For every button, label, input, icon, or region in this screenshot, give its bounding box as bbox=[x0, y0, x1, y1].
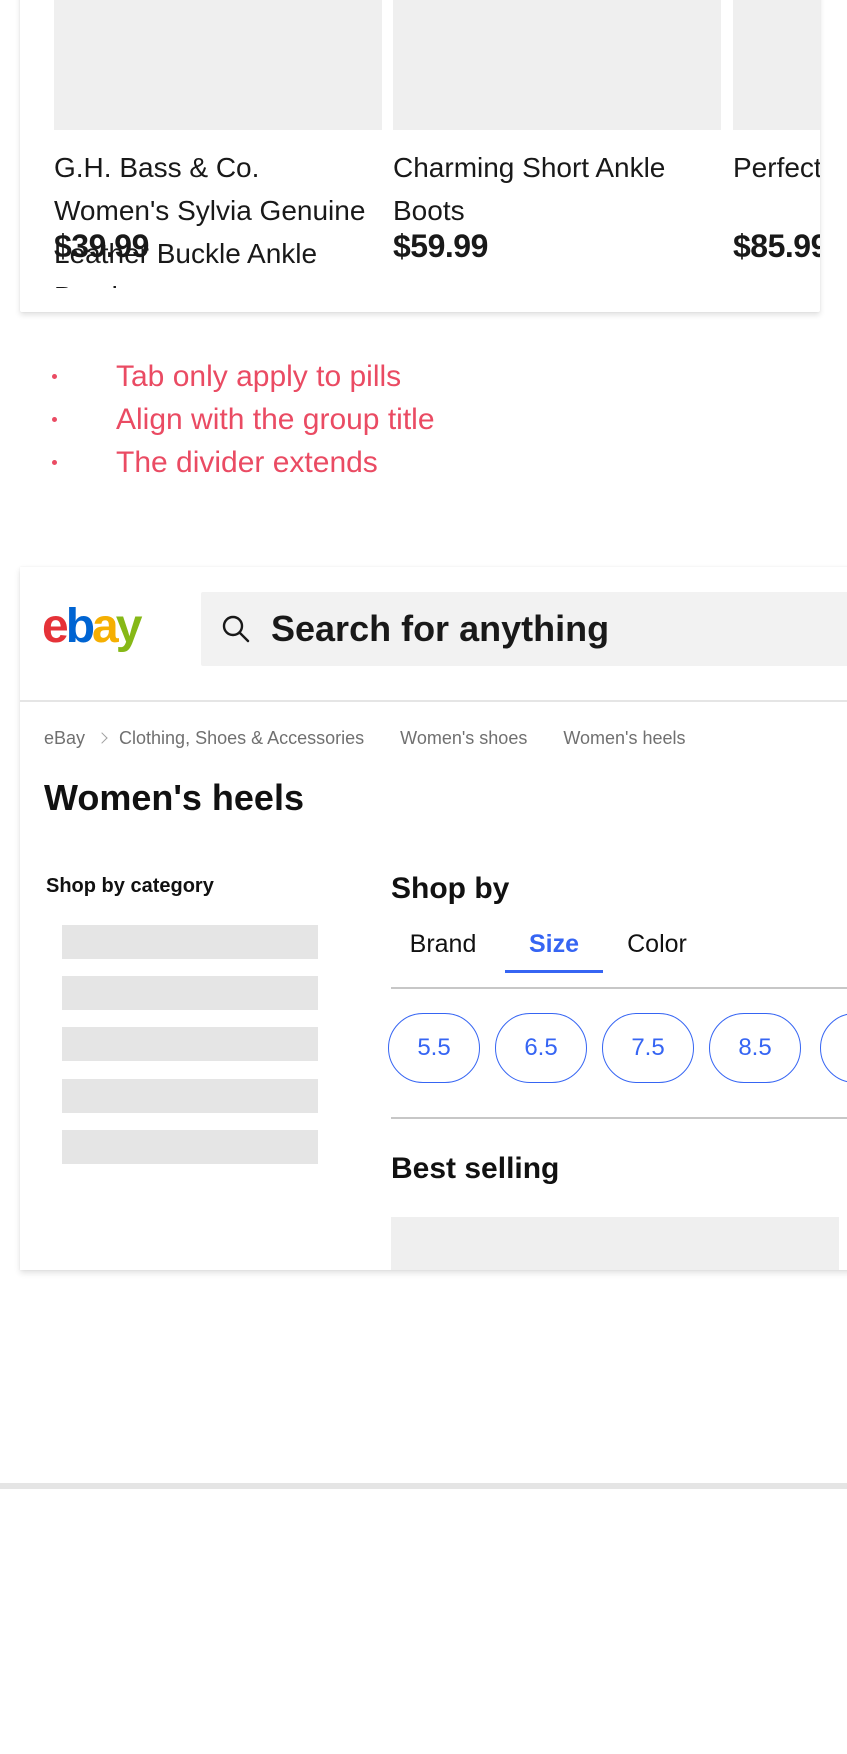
breadcrumb-item[interactable]: Women's heels bbox=[563, 723, 685, 753]
header-divider bbox=[20, 700, 847, 702]
search-icon[interactable] bbox=[221, 614, 251, 644]
product-card[interactable]: G.H. Bass & Co. Women's Sylvia Genuine L… bbox=[54, 0, 382, 288]
shop-by-category-title: Shop by category bbox=[46, 875, 214, 897]
product-price: $59.99 bbox=[393, 228, 488, 264]
ebay-logo[interactable]: ebay bbox=[42, 597, 142, 657]
annotation-notes: Tab only apply to pills Align with the g… bbox=[40, 355, 435, 484]
bullet-icon bbox=[52, 460, 57, 465]
breadcrumb-item[interactable]: eBay bbox=[44, 723, 85, 753]
shop-by-title: Shop by bbox=[391, 872, 510, 905]
breadcrumb: eBay Clothing, Shoes & Accessories Women's… bbox=[44, 722, 686, 752]
tabs-divider bbox=[391, 987, 847, 989]
product-price: $39.99 bbox=[54, 228, 149, 264]
bullet-icon bbox=[52, 374, 57, 379]
size-pill[interactable] bbox=[820, 1013, 847, 1083]
size-pill[interactable]: 6.5 bbox=[495, 1013, 587, 1083]
page-mock: ebay Search for anything eBay Clothing, S… bbox=[20, 567, 847, 1270]
annotation-note: Align with the group title bbox=[40, 398, 435, 441]
size-pill[interactable]: 7.5 bbox=[602, 1013, 694, 1083]
category-skeleton bbox=[62, 1130, 318, 1164]
product-carousel: G.H. Bass & Co. Women's Sylvia Genuine L… bbox=[20, 0, 820, 312]
shop-by-tabs: Brand Size Color bbox=[391, 917, 847, 973]
size-pill[interactable]: 8.5 bbox=[709, 1013, 801, 1083]
product-title[interactable]: Charming Short Ankle Boots bbox=[393, 146, 721, 288]
annotation-note: Tab only apply to pills bbox=[40, 355, 435, 398]
bullet-icon bbox=[52, 417, 57, 422]
product-card[interactable]: Charming Short Ankle Boots $59.99 bbox=[393, 0, 721, 264]
product-image[interactable] bbox=[733, 0, 820, 130]
search-input[interactable]: Search for anything bbox=[201, 592, 847, 666]
best-selling-title: Best selling bbox=[391, 1152, 560, 1185]
product-card[interactable]: Perfect Summer Sandals $85.99 bbox=[733, 0, 820, 264]
product-price: $85.99 bbox=[733, 228, 820, 264]
product-image[interactable] bbox=[54, 0, 382, 130]
category-skeleton bbox=[62, 925, 318, 959]
category-skeleton bbox=[62, 1027, 318, 1061]
tab-color[interactable]: Color bbox=[603, 917, 711, 971]
pills-divider bbox=[391, 1117, 847, 1119]
tab-brand[interactable]: Brand bbox=[391, 917, 495, 971]
tab-size[interactable]: Size bbox=[505, 917, 603, 973]
breadcrumb-item[interactable]: Women's shoes bbox=[400, 723, 527, 753]
category-skeleton bbox=[62, 976, 318, 1010]
page-title: Women's heels bbox=[44, 777, 304, 818]
breadcrumb-item[interactable]: Clothing, Shoes & Accessories bbox=[119, 723, 364, 753]
product-image[interactable] bbox=[393, 0, 721, 130]
product-title[interactable]: G.H. Bass & Co. Women's Sylvia Genuine L… bbox=[54, 146, 382, 288]
chevron-right-icon bbox=[97, 723, 107, 753]
section-divider bbox=[0, 1483, 847, 1489]
product-title[interactable]: Perfect Summer Sandals bbox=[733, 146, 820, 288]
category-skeleton bbox=[62, 1079, 318, 1113]
annotation-note: The divider extends bbox=[40, 441, 435, 484]
best-selling-skeleton bbox=[391, 1217, 839, 1270]
size-pill[interactable]: 5.5 bbox=[388, 1013, 480, 1083]
search-placeholder: Search for anything bbox=[271, 608, 610, 649]
